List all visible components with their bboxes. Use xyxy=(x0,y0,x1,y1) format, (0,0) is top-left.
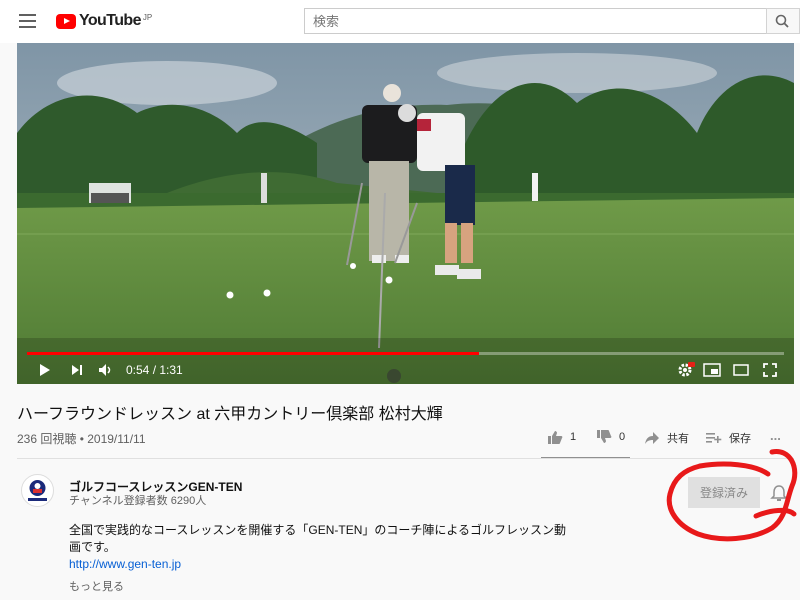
share-label: 共有 xyxy=(667,433,689,445)
youtube-logo[interactable]: YouTube JP xyxy=(56,11,152,31)
time-current: 0:54 xyxy=(126,363,150,377)
description-link[interactable]: http://www.gen-ten.jp xyxy=(69,557,181,571)
search-box xyxy=(304,8,782,34)
search-input[interactable] xyxy=(305,9,782,33)
dislike-icon xyxy=(597,430,612,443)
logo-region: JP xyxy=(142,12,153,22)
show-more-link[interactable]: もっと見る xyxy=(69,578,124,594)
fullscreen-icon[interactable] xyxy=(763,363,777,377)
time-display: 0:54 / 1:31 xyxy=(126,363,183,377)
masthead: YouTube JP xyxy=(0,0,800,43)
dislike-count: 0 xyxy=(619,431,626,443)
hd-badge-icon xyxy=(688,362,695,367)
play-icon[interactable] xyxy=(38,363,52,377)
like-count: 1 xyxy=(570,431,577,443)
gen-ten-logo xyxy=(28,480,47,501)
add-to-playlist-icon xyxy=(706,433,722,443)
share-button[interactable]: 共有 xyxy=(645,430,689,446)
search-button[interactable] xyxy=(766,8,800,34)
save-button[interactable]: 保存 xyxy=(706,430,751,446)
next-icon[interactable] xyxy=(71,364,85,376)
subscriber-count: チャンネル登録者数 6290人 xyxy=(69,495,207,507)
annotation-circle xyxy=(666,449,798,542)
video-description: 全国で実践的なコースレッスンを開催する「GEN-TEN」のコーチ陣によるゴルフレ… xyxy=(69,523,567,554)
video-player[interactable]: 0:54 / 1:31 xyxy=(17,43,794,384)
like-icon xyxy=(548,431,563,444)
share-icon xyxy=(645,432,659,444)
settings-icon[interactable] xyxy=(677,362,695,378)
video-frame xyxy=(17,43,794,384)
time-separator: / xyxy=(149,363,160,377)
youtube-logo-icon xyxy=(56,13,76,29)
channel-avatar[interactable] xyxy=(21,474,54,507)
miniplayer-icon[interactable] xyxy=(703,363,721,377)
video-title: ハーフラウンドレッスン at 六甲カントリー倶楽部 松村大輝 xyxy=(17,406,443,423)
theater-icon[interactable] xyxy=(733,364,749,376)
dislike-button[interactable]: 0 xyxy=(596,430,625,444)
logo-text: YouTube xyxy=(79,12,141,29)
volume-icon[interactable] xyxy=(98,363,114,377)
search-icon xyxy=(775,14,789,28)
more-actions-button[interactable]: ... xyxy=(770,428,781,443)
like-button[interactable]: 1 xyxy=(547,430,576,444)
save-label: 保存 xyxy=(729,433,751,445)
view-count-date: 236 回視聴 • 2019/11/11 xyxy=(17,432,146,446)
progress-played xyxy=(27,352,479,355)
time-total: 1:31 xyxy=(159,363,183,377)
menu-icon[interactable] xyxy=(19,14,36,28)
